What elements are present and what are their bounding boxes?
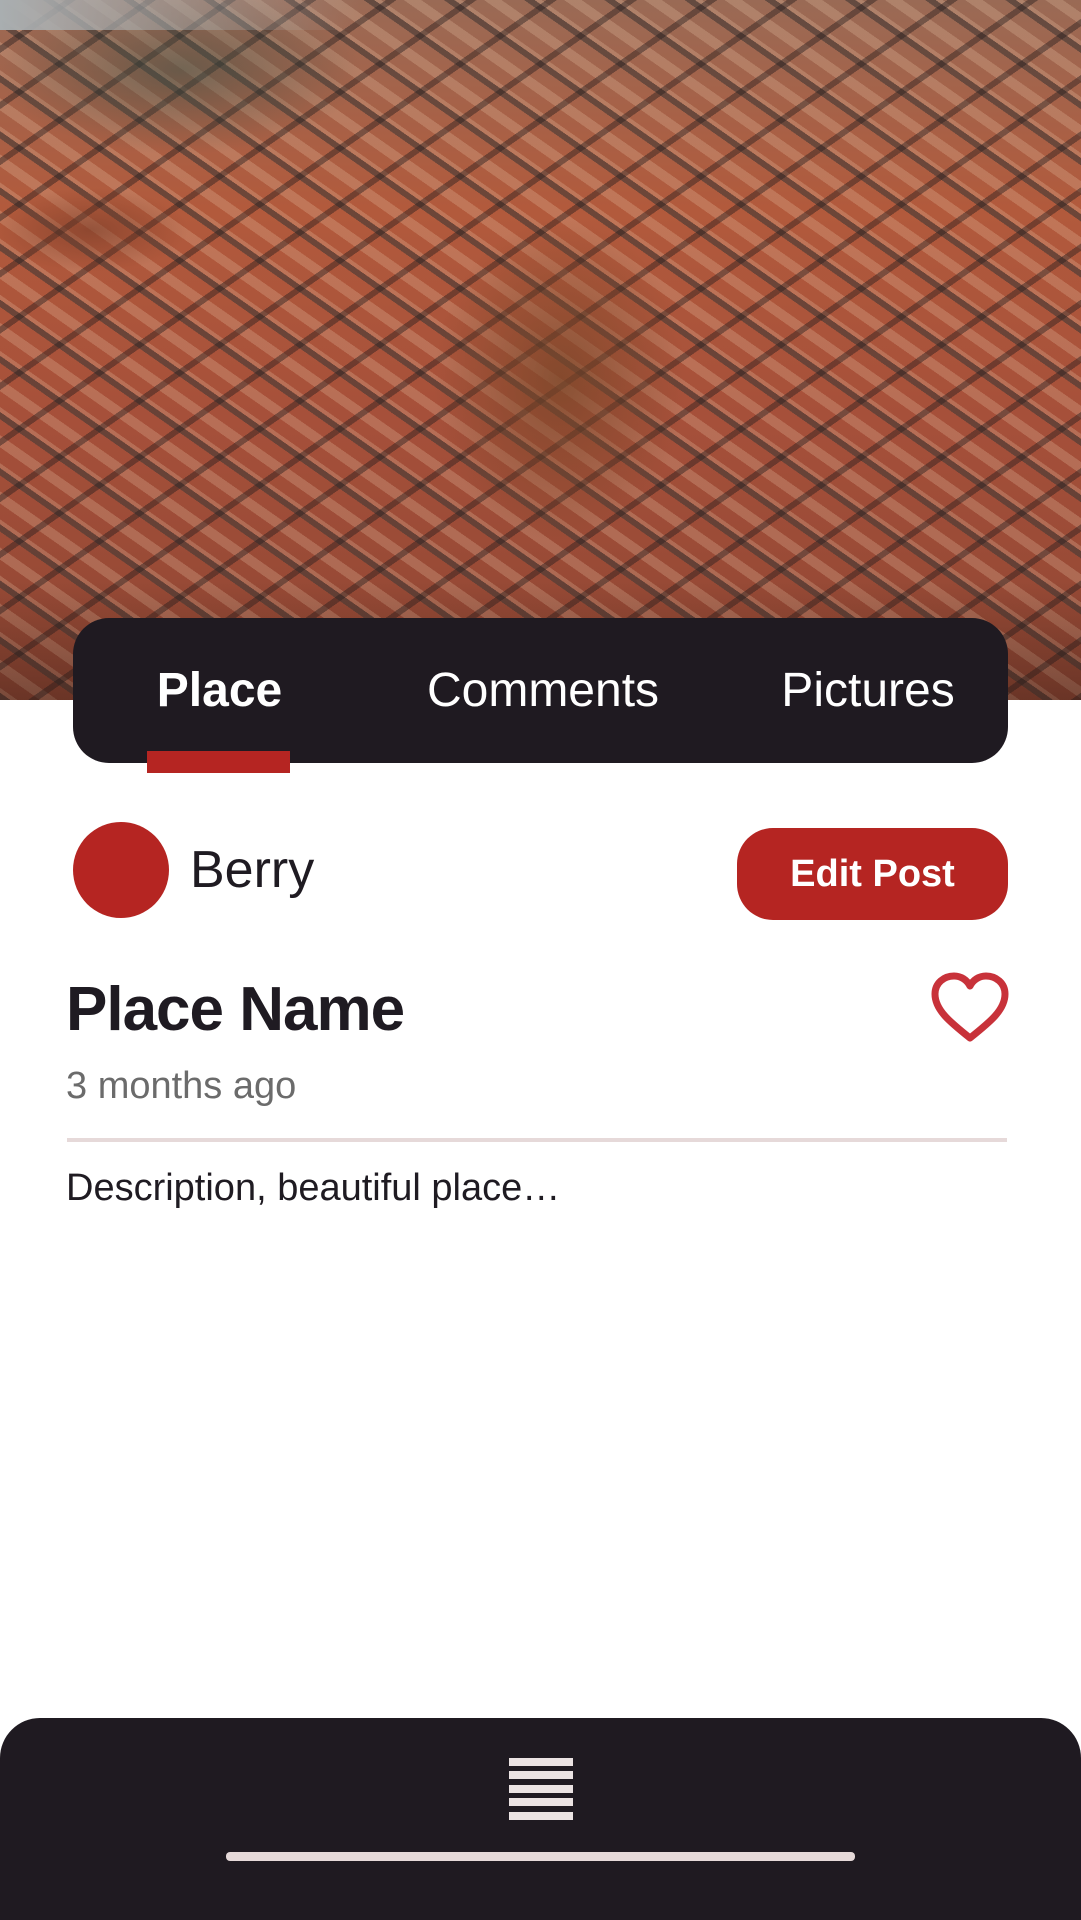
active-tab-indicator [147, 751, 290, 773]
tab-place[interactable]: Place [146, 618, 293, 763]
heart-outline-icon[interactable] [930, 972, 1010, 1044]
home-indicator[interactable] [226, 1852, 855, 1861]
post-timestamp: 3 months ago [66, 1065, 297, 1107]
edit-post-button[interactable]: Edit Post [737, 828, 1008, 920]
place-description: Description, beautiful place… [66, 1167, 561, 1209]
avatar[interactable] [73, 822, 169, 918]
divider [67, 1138, 1007, 1142]
author-name: Berry [190, 841, 315, 899]
place-title: Place Name [66, 975, 405, 1044]
tab-pictures[interactable]: Pictures [753, 618, 983, 763]
tab-bar: Place Comments Pictures [73, 618, 1008, 763]
tab-comments[interactable]: Comments [388, 618, 698, 763]
hero-photo [0, 0, 1081, 700]
menu-icon[interactable] [509, 1758, 573, 1820]
